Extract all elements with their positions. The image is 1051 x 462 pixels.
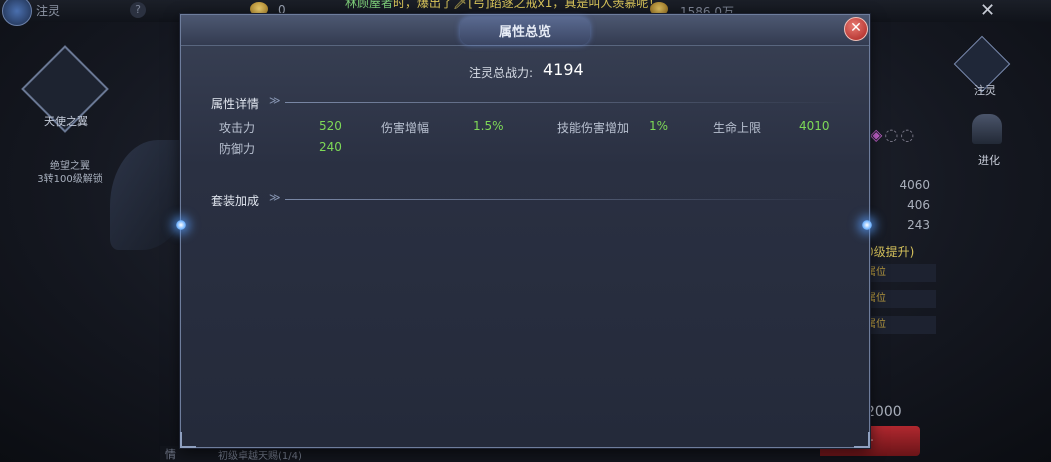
main-close-icon[interactable]: ✕ (980, 0, 995, 21)
spirit-orb-icon[interactable] (2, 0, 32, 26)
attr-value-max-hp: 4010 (799, 119, 830, 133)
help-icon[interactable]: ? (130, 2, 146, 18)
right-row-3: 属位 (866, 316, 936, 334)
evolve-tab-icon[interactable] (972, 114, 1002, 144)
attr-label-damage-boost: 伤害增幅 (381, 121, 430, 135)
section-divider-icon: ≫ (269, 94, 281, 107)
tab-infuse[interactable]: 注灵 (974, 82, 996, 98)
attr-label-max-hp: 生命上限 (713, 121, 762, 135)
tab-evolve[interactable]: 进化 (978, 152, 1000, 168)
right-stat-1: 4060 (899, 178, 930, 192)
section-divider (285, 199, 845, 200)
corner-ornament (854, 432, 870, 448)
upgrade-cost: 2000 (866, 404, 902, 420)
ticker-message: 时，爆出了🗡[弓]蹈逐之戒x1，真是叫人羡慕呢！ (393, 0, 661, 10)
bottom-left-label: 情 (165, 448, 176, 461)
attribute-overview-dialog: 属性总览 ✕ 注灵总战力: 4194 属性详情 ≫ 攻击力 520 伤害增幅 1… (180, 14, 870, 448)
attr-value-skill-damage: 1% (649, 119, 669, 133)
wing-artwork (110, 140, 190, 250)
section-divider-icon: ≫ (269, 191, 281, 204)
right-row-2: 属位 (866, 290, 936, 308)
gem-icon: ◌ (900, 125, 917, 144)
total-power-label: 注灵总战力: (469, 66, 534, 80)
despair-wing-locked-label: 绝望之翼 3转100级解锁 (37, 161, 103, 185)
gem-icon: ◌ (884, 125, 901, 144)
gem-icon: ◈ (870, 125, 885, 144)
attr-value-attack: 520 (319, 119, 342, 133)
attr-label-skill-damage: 技能伤害增加 (557, 121, 630, 135)
attr-value-damage-boost: 1.5% (473, 119, 504, 133)
right-stat-2: 406 (907, 198, 930, 212)
close-button[interactable]: ✕ (844, 17, 868, 41)
corner-ornament (180, 432, 196, 448)
upgrade-note: 0级提升) (866, 245, 915, 259)
bottom-quest-label: 初级卓越天赐(1/4) (218, 451, 302, 462)
section-header-set-bonus: 套装加成 (211, 194, 260, 208)
section-header-details: 属性详情 (211, 97, 260, 111)
attr-value-defense: 240 (319, 140, 342, 154)
section-divider (285, 102, 845, 103)
total-power-value: 4194 (543, 60, 584, 79)
system-ticker: 林顾屋者时，爆出了🗡[弓]蹈逐之戒x1，真是叫人羡慕呢！ (345, 0, 660, 11)
right-row-1: 属位 (866, 264, 936, 282)
right-stat-3: 243 (907, 218, 930, 232)
attr-label-attack: 攻击力 (219, 121, 256, 135)
ticker-player-name: 林顾屋者 (345, 0, 394, 10)
right-glow-gem-icon (862, 220, 872, 230)
top-left-label: 注灵 (36, 4, 61, 18)
angel-wing-label: 天使之翼 (44, 115, 88, 128)
attr-label-defense: 防御力 (219, 142, 256, 156)
gem-slots: ◈◌◌ (870, 125, 916, 144)
dialog-title: 属性总览 (498, 25, 551, 40)
left-glow-gem-icon (176, 220, 186, 230)
